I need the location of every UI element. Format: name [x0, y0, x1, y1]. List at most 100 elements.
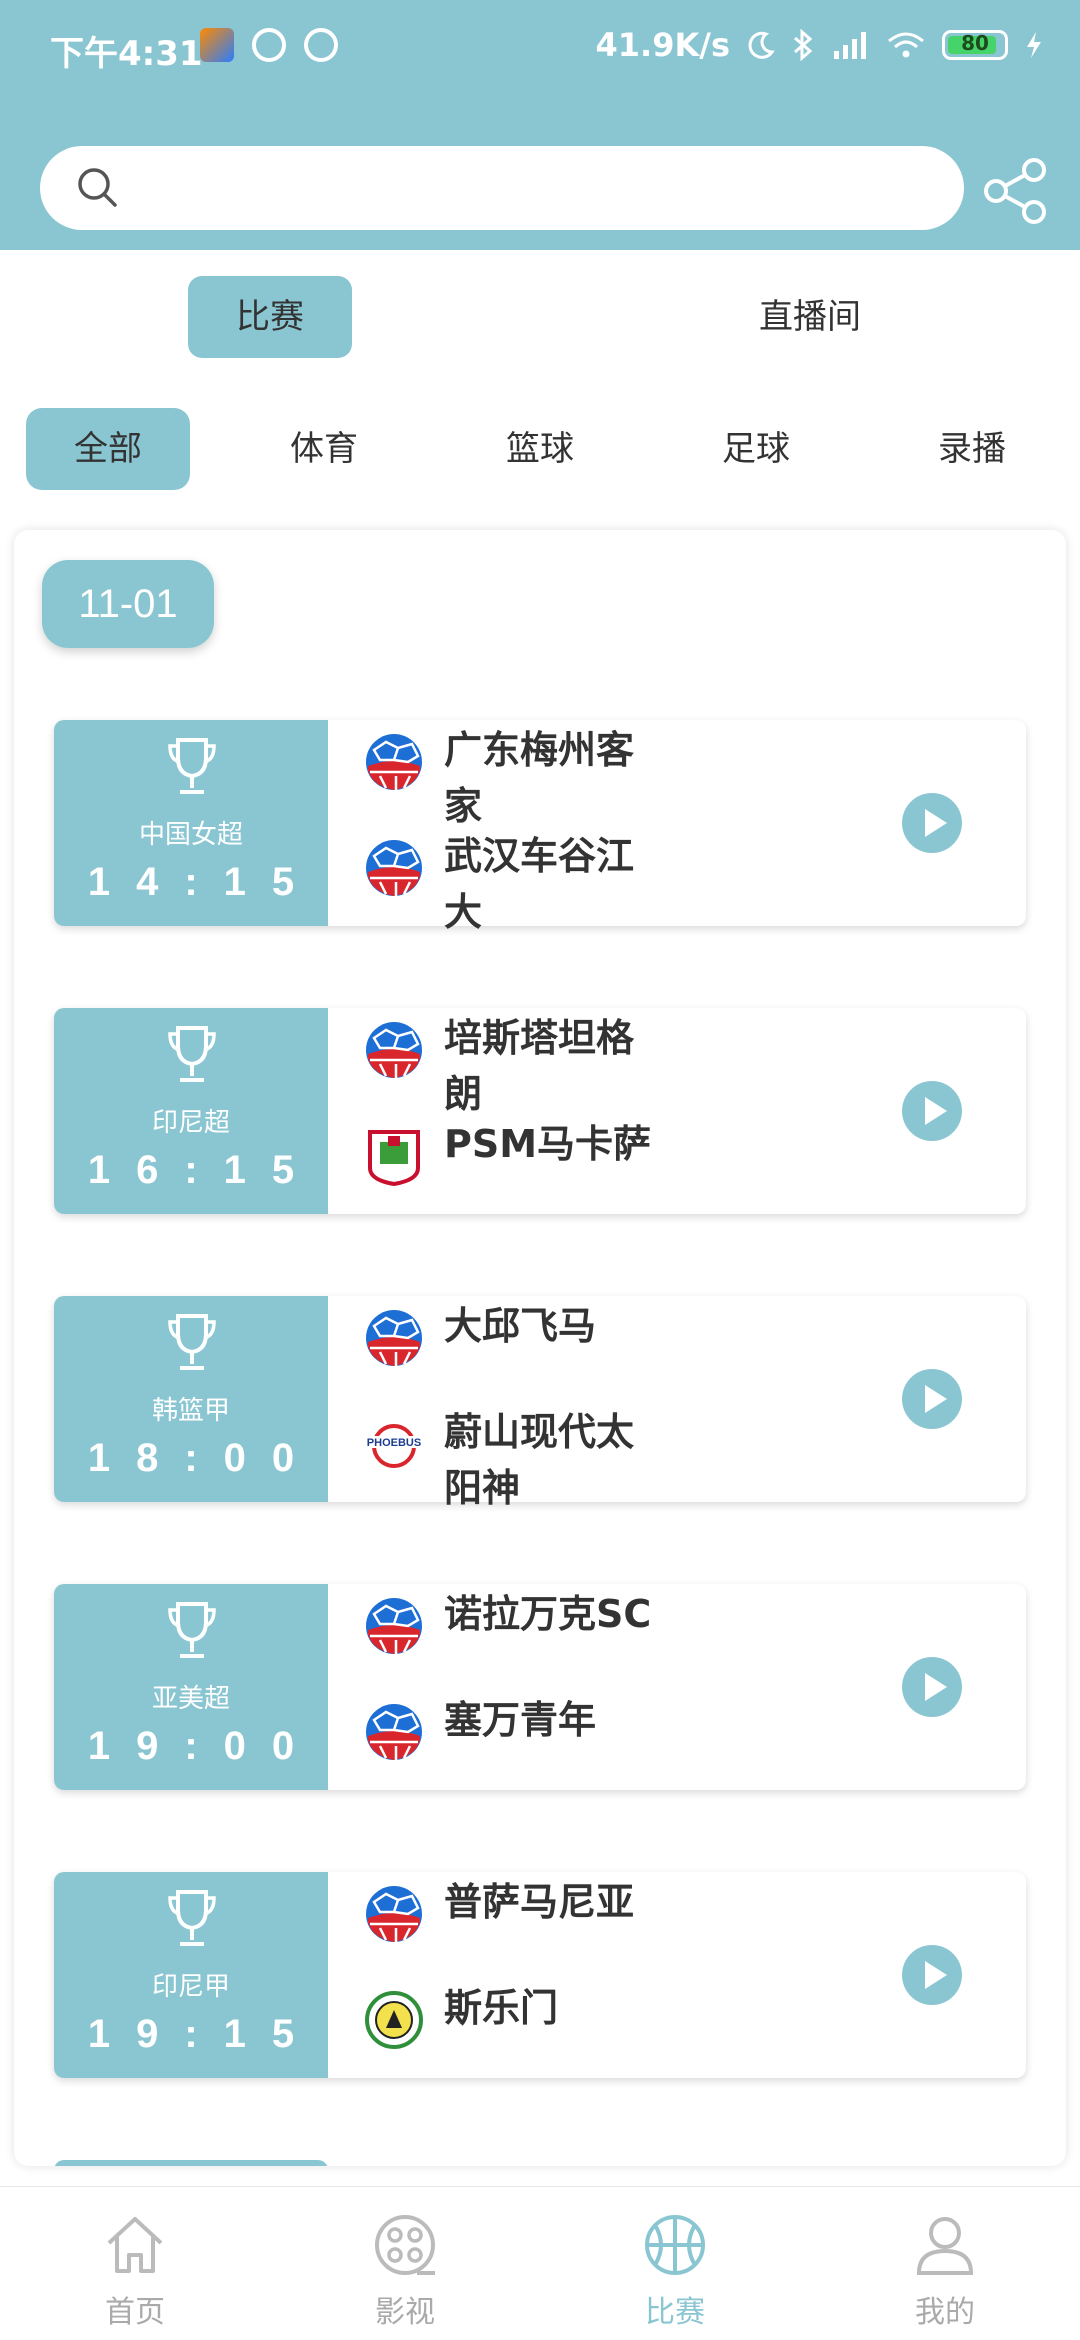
team-name: 大邱飞马	[444, 1304, 597, 1348]
match-card[interactable]: 印尼甲 19:15 普萨马尼亚斯乐门	[54, 1872, 1026, 2078]
svg-text:PHOEBUS: PHOEBUS	[367, 1437, 421, 1449]
match-list[interactable]: 11-01 中国女超 14:15 广东梅州客家 武汉车谷江大印尼超 16:15 培斯塔坦格…	[14, 530, 1066, 2166]
header: 下午4:31 41.9K/s 80	[0, 0, 1080, 250]
search-bar[interactable]	[40, 146, 964, 230]
status-right: 41.9K/s 80	[596, 26, 1044, 64]
team-logo-icon	[364, 1884, 424, 1944]
category-sports[interactable]: 体育	[244, 408, 404, 490]
nav-video[interactable]: 影视	[270, 2187, 540, 2340]
away-team: PHOEBUS 蔚山现代太阳神	[364, 1404, 664, 1516]
match-time: 18:00	[87, 1436, 321, 1480]
team-logo-icon	[364, 1990, 424, 2050]
match-info-panel: 印尼甲 19:15	[54, 1872, 328, 2078]
notification-icon	[304, 28, 338, 62]
match-card[interactable]: 中国女超 14:15 广东梅州客家 武汉车谷江大	[54, 720, 1026, 934]
charging-icon	[1027, 32, 1041, 58]
search-icon	[78, 168, 117, 207]
away-team: PSM马卡萨	[364, 1116, 664, 1187]
play-icon[interactable]	[902, 1657, 962, 1717]
team-name: PSM马卡萨	[444, 1122, 652, 1166]
team-name: 蔚山现代太阳神	[444, 1410, 635, 1510]
home-icon	[107, 2217, 163, 2273]
match-card[interactable]: 韩篮甲 18:00 大邱飞马 PHOEBUS 蔚山现代太阳神	[54, 1296, 1026, 1510]
team-logo-icon	[364, 1126, 424, 1187]
nav-label: 影视	[375, 2295, 435, 2330]
match-info-panel: 中国女超 14:15	[54, 720, 328, 926]
signal-icon	[834, 32, 866, 59]
team-logo-icon	[364, 1596, 424, 1656]
bluetooth-icon	[794, 29, 813, 61]
team-name: 广东梅州客家	[444, 728, 635, 828]
tab-matches[interactable]: 比赛	[188, 276, 352, 358]
match-info-panel: 印尼超 16:15	[54, 1008, 328, 1214]
category-football[interactable]: 足球	[676, 408, 836, 490]
trophy-icon	[168, 738, 216, 794]
match-info-panel: 韩篮甲 18:00	[54, 1296, 328, 1502]
home-team: 培斯塔坦格朗	[364, 1010, 664, 1122]
match-card[interactable]: 印尼超 16:15 培斯塔坦格朗 PSM马卡萨	[54, 1008, 1026, 1214]
team-logo-icon	[364, 732, 424, 792]
status-time: 下午4:31	[50, 34, 203, 74]
league-name: 韩篮甲	[151, 1396, 230, 1426]
tab-live-room[interactable]: 直播间	[740, 276, 880, 358]
league-name: 亚美超	[151, 1684, 230, 1714]
home-team: 大邱飞马	[364, 1298, 664, 1368]
status-bar: 下午4:31 41.9K/s 80	[0, 0, 1080, 96]
app-notification-icon	[200, 28, 234, 62]
team-name: 塞万青年	[444, 1698, 597, 1742]
notification-icons	[200, 28, 338, 62]
away-team: 斯乐门	[364, 1980, 664, 2050]
category-basketball[interactable]: 篮球	[460, 408, 620, 490]
away-team: 塞万青年	[364, 1692, 664, 1762]
battery-icon: 80	[942, 30, 1008, 60]
match-time: 19:00	[87, 1724, 321, 1768]
nav-label: 比赛	[645, 2295, 705, 2330]
team-logo-icon	[364, 1308, 424, 1368]
trophy-icon	[168, 1314, 216, 1370]
film-reel-icon	[375, 2215, 435, 2275]
date-chip: 11-01	[42, 560, 214, 648]
nav-matches[interactable]: 比赛	[540, 2187, 810, 2340]
play-icon[interactable]	[902, 1369, 962, 1429]
home-team: 诺拉万克SC	[364, 1586, 664, 1656]
team-logo-icon	[364, 1020, 424, 1080]
user-icon	[916, 2217, 974, 2275]
play-icon[interactable]	[902, 793, 962, 853]
play-icon[interactable]	[902, 1081, 962, 1141]
nav-home[interactable]: 首页	[0, 2187, 270, 2340]
category-replay[interactable]: 录播	[892, 408, 1052, 490]
team-name: 培斯塔坦格朗	[444, 1016, 635, 1116]
away-team: 武汉车谷江大	[364, 828, 664, 940]
match-time: 19:15	[87, 2012, 321, 2056]
match-card-partial[interactable]	[54, 2160, 328, 2166]
category-bar: 全部 体育 篮球 足球 录播	[0, 408, 1080, 490]
nav-label: 我的	[915, 2295, 975, 2330]
match-card[interactable]: 亚美超 19:00 诺拉万克SC 塞万青年	[54, 1584, 1026, 1790]
trophy-icon	[168, 1890, 216, 1946]
category-all[interactable]: 全部	[26, 408, 190, 490]
team-name: 普萨马尼亚	[444, 1880, 635, 1924]
nav-label: 首页	[105, 2295, 165, 2330]
nav-profile[interactable]: 我的	[810, 2187, 1080, 2340]
league-name: 印尼超	[151, 1108, 230, 1138]
search-input[interactable]	[140, 158, 920, 218]
wifi-icon	[888, 32, 924, 58]
team-logo-icon	[364, 1702, 424, 1762]
team-name: 武汉车谷江大	[444, 834, 635, 934]
league-name: 中国女超	[138, 820, 243, 850]
team-name: 诺拉万克SC	[444, 1592, 652, 1636]
share-icon[interactable]	[980, 156, 1050, 226]
match-time: 14:15	[87, 860, 321, 904]
team-logo-icon: PHOEBUS	[364, 1414, 424, 1474]
trophy-icon	[168, 1026, 216, 1082]
bottom-nav: 首页 影视 比赛 我的	[0, 2186, 1080, 2340]
net-speed: 41.9K/s	[595, 26, 730, 64]
team-logo-icon	[364, 838, 424, 898]
play-icon[interactable]	[902, 1945, 962, 2005]
moon-icon	[748, 31, 775, 59]
league-name: 印尼甲	[151, 1972, 230, 2002]
team-name: 斯乐门	[444, 1986, 559, 2030]
home-team: 广东梅州客家	[364, 722, 664, 834]
home-team: 普萨马尼亚	[364, 1874, 664, 1944]
basketball-icon	[645, 2215, 705, 2275]
